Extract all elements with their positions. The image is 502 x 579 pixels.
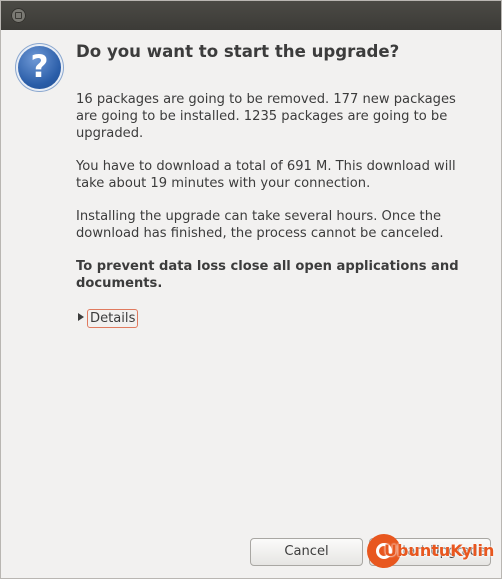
expander-triangle-icon	[78, 313, 84, 321]
download-summary: You have to download a total of 691 M. T…	[76, 159, 456, 191]
dialog-content: Do you want to start the upgrade? 16 pac…	[76, 41, 481, 328]
dialog-heading: Do you want to start the upgrade?	[76, 42, 400, 61]
packages-summary: 16 packages are going to be removed. 177…	[76, 92, 456, 141]
install-warning: Installing the upgrade can take several …	[76, 209, 444, 241]
close-icon	[15, 12, 22, 19]
titlebar	[1, 1, 501, 30]
upgrade-dialog-window: ? Do you want to start the upgrade? 16 p…	[0, 0, 502, 579]
details-expander[interactable]: Details	[76, 308, 481, 328]
data-loss-warning: To prevent data loss close all open appl…	[76, 259, 459, 291]
cancel-button[interactable]: Cancel	[250, 538, 363, 566]
details-label[interactable]: Details	[87, 309, 139, 328]
window-close-button[interactable]	[11, 8, 26, 23]
watermark-text: UbuntuKylin	[384, 541, 495, 560]
question-icon: ?	[18, 46, 61, 89]
